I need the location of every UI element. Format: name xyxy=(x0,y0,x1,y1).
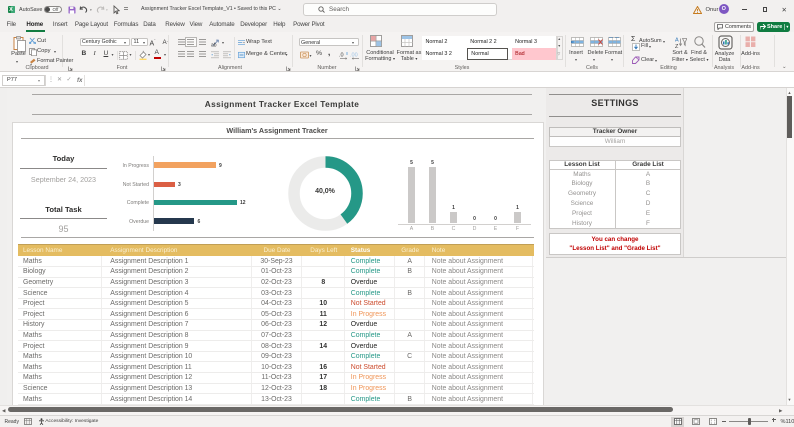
svg-text:.0: .0 xyxy=(339,52,344,58)
svg-text:ab: ab xyxy=(211,42,217,47)
svg-text:A: A xyxy=(675,37,679,43)
svg-text:Z: Z xyxy=(675,44,679,49)
